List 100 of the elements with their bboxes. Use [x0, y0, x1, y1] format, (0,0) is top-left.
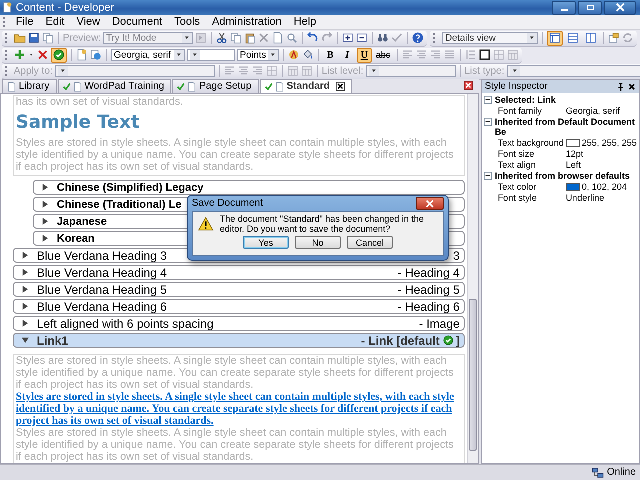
square-border-icon[interactable] — [478, 49, 491, 61]
scissors-icon[interactable] — [216, 32, 228, 44]
collapse-icon[interactable] — [484, 96, 492, 104]
pin-icon[interactable] — [617, 82, 625, 90]
plus-icon[interactable] — [14, 49, 26, 61]
menu-item[interactable]: Document — [106, 16, 168, 28]
property-value: 0, 102, 204 — [582, 182, 627, 192]
validate-button[interactable] — [51, 48, 67, 62]
binoculars-icon[interactable] — [377, 32, 390, 44]
paint-bucket-icon[interactable] — [302, 49, 314, 61]
style-row[interactable]: Blue Verdana Heading 5 - Heading 5 — [13, 282, 465, 297]
style-name: Blue Verdana Heading 4 — [37, 266, 168, 280]
property-name: Font size — [498, 149, 536, 159]
checkmark-icon — [62, 82, 71, 90]
right-triangle-icon[interactable] — [42, 235, 49, 242]
bold-button[interactable]: B — [323, 48, 338, 62]
section-title: Selected: Link — [494, 95, 556, 105]
view-dropdown[interactable]: Details view — [442, 32, 538, 44]
style-row[interactable]: Link1 - Link [default ] — [13, 333, 465, 348]
italic-button[interactable]: I — [340, 48, 355, 62]
properties-icon[interactable] — [608, 32, 620, 44]
right-triangle-icon[interactable] — [22, 286, 29, 293]
down-triangle-icon[interactable] — [22, 337, 29, 344]
right-triangle-icon[interactable] — [22, 303, 29, 310]
close-button[interactable] — [416, 197, 444, 210]
underline-button[interactable]: U — [357, 48, 372, 62]
style-row[interactable]: Blue Verdana Heading 4 - Heading 4 — [13, 265, 465, 280]
layout-button[interactable] — [547, 30, 564, 46]
size-dropdown[interactable] — [187, 49, 235, 61]
close-icon[interactable] — [336, 82, 346, 91]
style-row[interactable]: Blue Verdana Heading 6 - Heading 6 — [13, 299, 465, 314]
menu-item[interactable]: File — [10, 16, 40, 28]
delete-icon[interactable] — [37, 49, 49, 61]
document-tab[interactable]: Library — [2, 79, 57, 93]
style-row[interactable]: Left aligned with 6 points spacing - Image — [13, 316, 465, 331]
style-row[interactable]: Chinese (Simplified) Legacy — [33, 180, 465, 195]
undo-icon[interactable] — [307, 32, 320, 44]
cell-grid-icon[interactable] — [492, 49, 505, 61]
sample-paragraph: has its own set of visual standards. — [16, 96, 184, 108]
magnifier-icon[interactable] — [286, 32, 298, 44]
document-tab[interactable]: WordPad Training — [58, 79, 172, 93]
caret-icon — [190, 50, 200, 60]
cell-grid-icon[interactable] — [266, 65, 278, 77]
caret-icon — [182, 33, 192, 43]
right-triangle-icon[interactable] — [42, 201, 49, 208]
link[interactable]: Styles are stored in style sheets. A single style sheet can contain multiple styles, with each style identified by a unique name. You can create separate style sheets for different projects if each project has its own set of visual standards. — [16, 391, 462, 427]
close-icon[interactable] — [464, 80, 473, 90]
document-tab[interactable]: Standard — [260, 79, 352, 93]
right-triangle-icon[interactable] — [22, 252, 29, 259]
right-triangle-icon[interactable] — [42, 218, 49, 225]
check-circle-icon — [53, 49, 65, 61]
property-name: Text color — [498, 182, 538, 192]
checkmark-icon — [177, 82, 186, 90]
right-triangle-icon[interactable] — [22, 320, 29, 327]
menu-item[interactable]: Administration — [206, 16, 288, 28]
dialog-button[interactable]: No — [295, 236, 341, 249]
scrollbar-thumb[interactable] — [468, 299, 477, 451]
close-icon[interactable] — [628, 82, 636, 90]
font-dropdown[interactable]: Georgia, serif — [111, 49, 185, 61]
document-tab[interactable]: Page Setup — [172, 79, 259, 93]
caret-icon — [510, 66, 520, 76]
style-name: Chinese (Traditional) Le — [57, 198, 182, 210]
collapse-icon[interactable] — [484, 172, 492, 180]
dialog-button[interactable]: Yes — [243, 236, 289, 249]
menu-item[interactable]: Tools — [168, 16, 206, 28]
minimize-button[interactable] — [552, 0, 576, 14]
menu-item[interactable]: View — [70, 16, 106, 28]
right-triangle-icon[interactable] — [42, 184, 49, 191]
maximize-button[interactable] — [578, 0, 602, 14]
minus-box-icon[interactable] — [356, 32, 368, 44]
cross-icon[interactable] — [258, 32, 270, 44]
copy-icon[interactable] — [230, 32, 242, 44]
menu-item[interactable]: Help — [288, 16, 323, 28]
scrollbar[interactable] — [466, 94, 478, 463]
collapse-icon[interactable] — [484, 118, 492, 126]
units-dropdown[interactable]: Points — [237, 49, 279, 61]
style-type: - Link [default — [361, 334, 440, 348]
right-triangle-icon[interactable] — [22, 269, 29, 276]
checkmark-icon — [264, 82, 273, 90]
dialog-button[interactable]: Cancel — [347, 236, 393, 249]
menu-item[interactable]: Edit — [40, 16, 71, 28]
checkmark-icon[interactable] — [391, 32, 404, 44]
document-icon[interactable] — [272, 32, 284, 44]
close-icon — [426, 200, 434, 208]
save-icon[interactable] — [28, 32, 40, 44]
paste-icon[interactable] — [244, 32, 256, 44]
globe-document-icon[interactable] — [90, 49, 102, 61]
help-icon[interactable] — [412, 32, 424, 44]
property-value: Underline — [566, 193, 604, 203]
style-name: Korean — [57, 232, 95, 244]
style-type: - Heading 6 — [398, 300, 460, 314]
plus-box-icon[interactable] — [342, 32, 354, 44]
caret-icon — [527, 33, 538, 43]
style-type: 3 — [453, 248, 460, 262]
close-button[interactable] — [604, 0, 636, 14]
folder-icon[interactable] — [14, 32, 26, 44]
strike-button[interactable]: abc — [374, 48, 393, 62]
font-color-icon[interactable] — [288, 49, 300, 61]
style-type: - Heading 4 — [398, 266, 460, 280]
preview-label: Preview: — [63, 32, 102, 44]
